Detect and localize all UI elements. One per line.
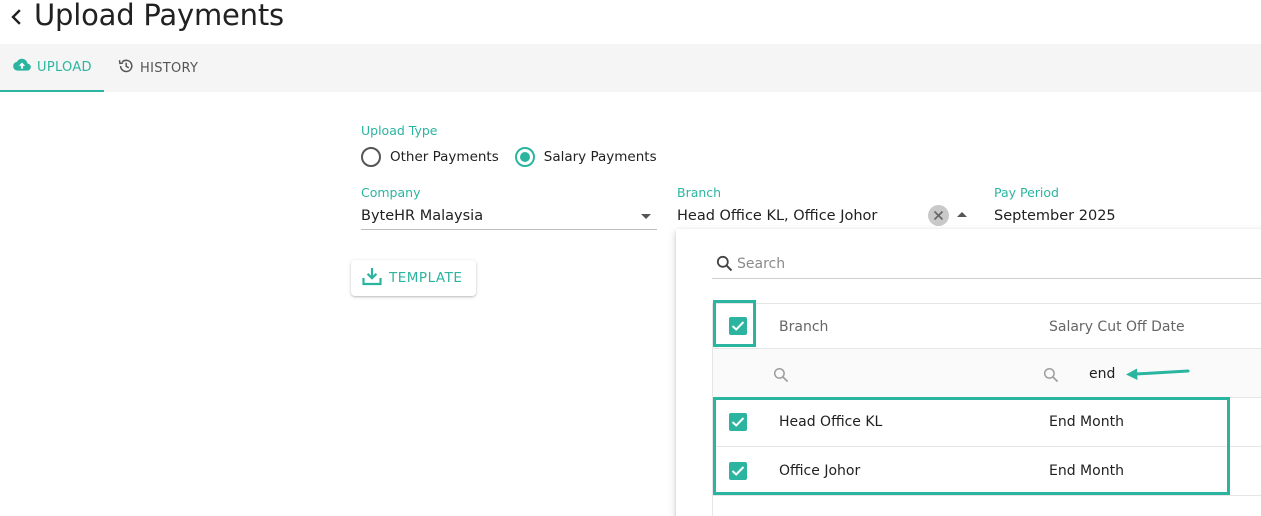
chevron-left-icon[interactable] — [6, 4, 26, 30]
search-icon — [1043, 367, 1059, 387]
grid-header-row: Branch Salary Cut Off Date — [713, 304, 1261, 349]
pay-period-label: Pay Period — [994, 185, 1059, 200]
company-select[interactable]: ByteHR Malaysia — [361, 204, 657, 230]
row-branch: Office Johor — [779, 463, 861, 479]
branch-grid: Branch Salary Cut Off Date Head Office K… — [712, 303, 1261, 516]
search-icon — [716, 255, 733, 276]
upload-type-label: Upload Type — [361, 123, 438, 138]
pay-period-select[interactable]: September 2025 — [994, 204, 1261, 230]
page-title: Upload Payments — [34, 0, 284, 32]
pay-period-value: September 2025 — [994, 208, 1116, 224]
history-icon — [118, 58, 140, 78]
cloud-upload-icon — [13, 58, 37, 76]
template-button[interactable]: TEMPLATE — [351, 260, 476, 296]
table-row[interactable]: Office Johor End Month — [713, 447, 1261, 496]
row-checkbox[interactable] — [729, 462, 747, 480]
tab-upload-label: UPLOAD — [37, 59, 92, 75]
branch-value: Head Office KL, Office Johor — [677, 208, 878, 224]
template-button-label: TEMPLATE — [389, 270, 463, 286]
table-row[interactable]: Head Office KL End Month — [713, 398, 1261, 447]
caret-down-icon — [641, 214, 651, 219]
arrow-left-icon — [1126, 368, 1190, 380]
salary-cut-off-filter-input[interactable] — [1089, 363, 1129, 385]
dropdown-search-input[interactable] — [737, 253, 1237, 275]
row-salary-cut-off-date: End Month — [1049, 414, 1124, 430]
branch-label: Branch — [677, 185, 722, 200]
tab-bar: UPLOAD HISTORY — [0, 44, 1261, 92]
tab-upload[interactable]: UPLOAD — [0, 44, 104, 92]
column-header-branch[interactable]: Branch — [779, 319, 828, 335]
caret-up-icon[interactable] — [957, 212, 967, 217]
column-header-salary-cut-off-date[interactable]: Salary Cut Off Date — [1049, 319, 1185, 335]
radio-salary-payments-label[interactable]: Salary Payments — [544, 149, 657, 165]
radio-other-payments-label[interactable]: Other Payments — [390, 149, 499, 165]
branch-filter-input[interactable] — [797, 363, 997, 385]
search-icon — [773, 367, 789, 387]
company-label: Company — [361, 185, 421, 200]
row-checkbox[interactable] — [729, 413, 747, 431]
tab-history[interactable]: HISTORY — [118, 44, 198, 92]
dropdown-search — [712, 251, 1261, 279]
branch-select[interactable]: Head Office KL, Office Johor — [677, 204, 975, 230]
radio-other-payments[interactable] — [361, 147, 381, 167]
row-branch: Head Office KL — [779, 414, 883, 430]
company-value: ByteHR Malaysia — [361, 208, 484, 224]
row-salary-cut-off-date: End Month — [1049, 463, 1124, 479]
tab-history-label: HISTORY — [140, 60, 199, 76]
select-all-checkbox[interactable] — [729, 317, 747, 335]
radio-salary-payments[interactable] — [514, 147, 535, 167]
upload-type-radio-group: Other Payments Salary Payments — [361, 146, 673, 168]
page-header: Upload Payments — [0, 0, 1261, 44]
close-icon[interactable] — [928, 205, 949, 226]
download-icon — [362, 267, 389, 290]
